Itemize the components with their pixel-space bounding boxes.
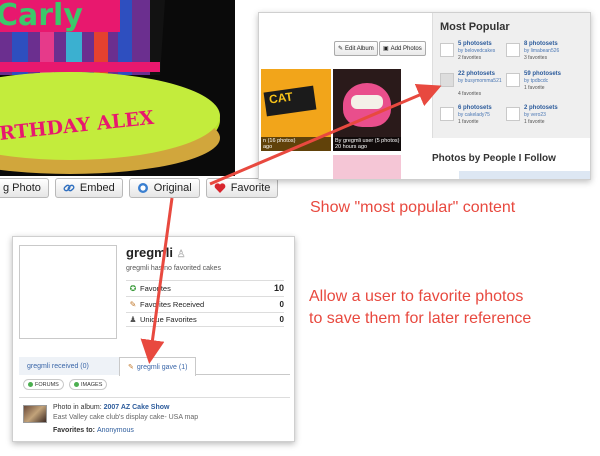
annotation-arrows xyxy=(140,83,442,364)
arrow-to-gave-tab xyxy=(140,197,174,364)
arrow-to-popular xyxy=(209,83,442,186)
